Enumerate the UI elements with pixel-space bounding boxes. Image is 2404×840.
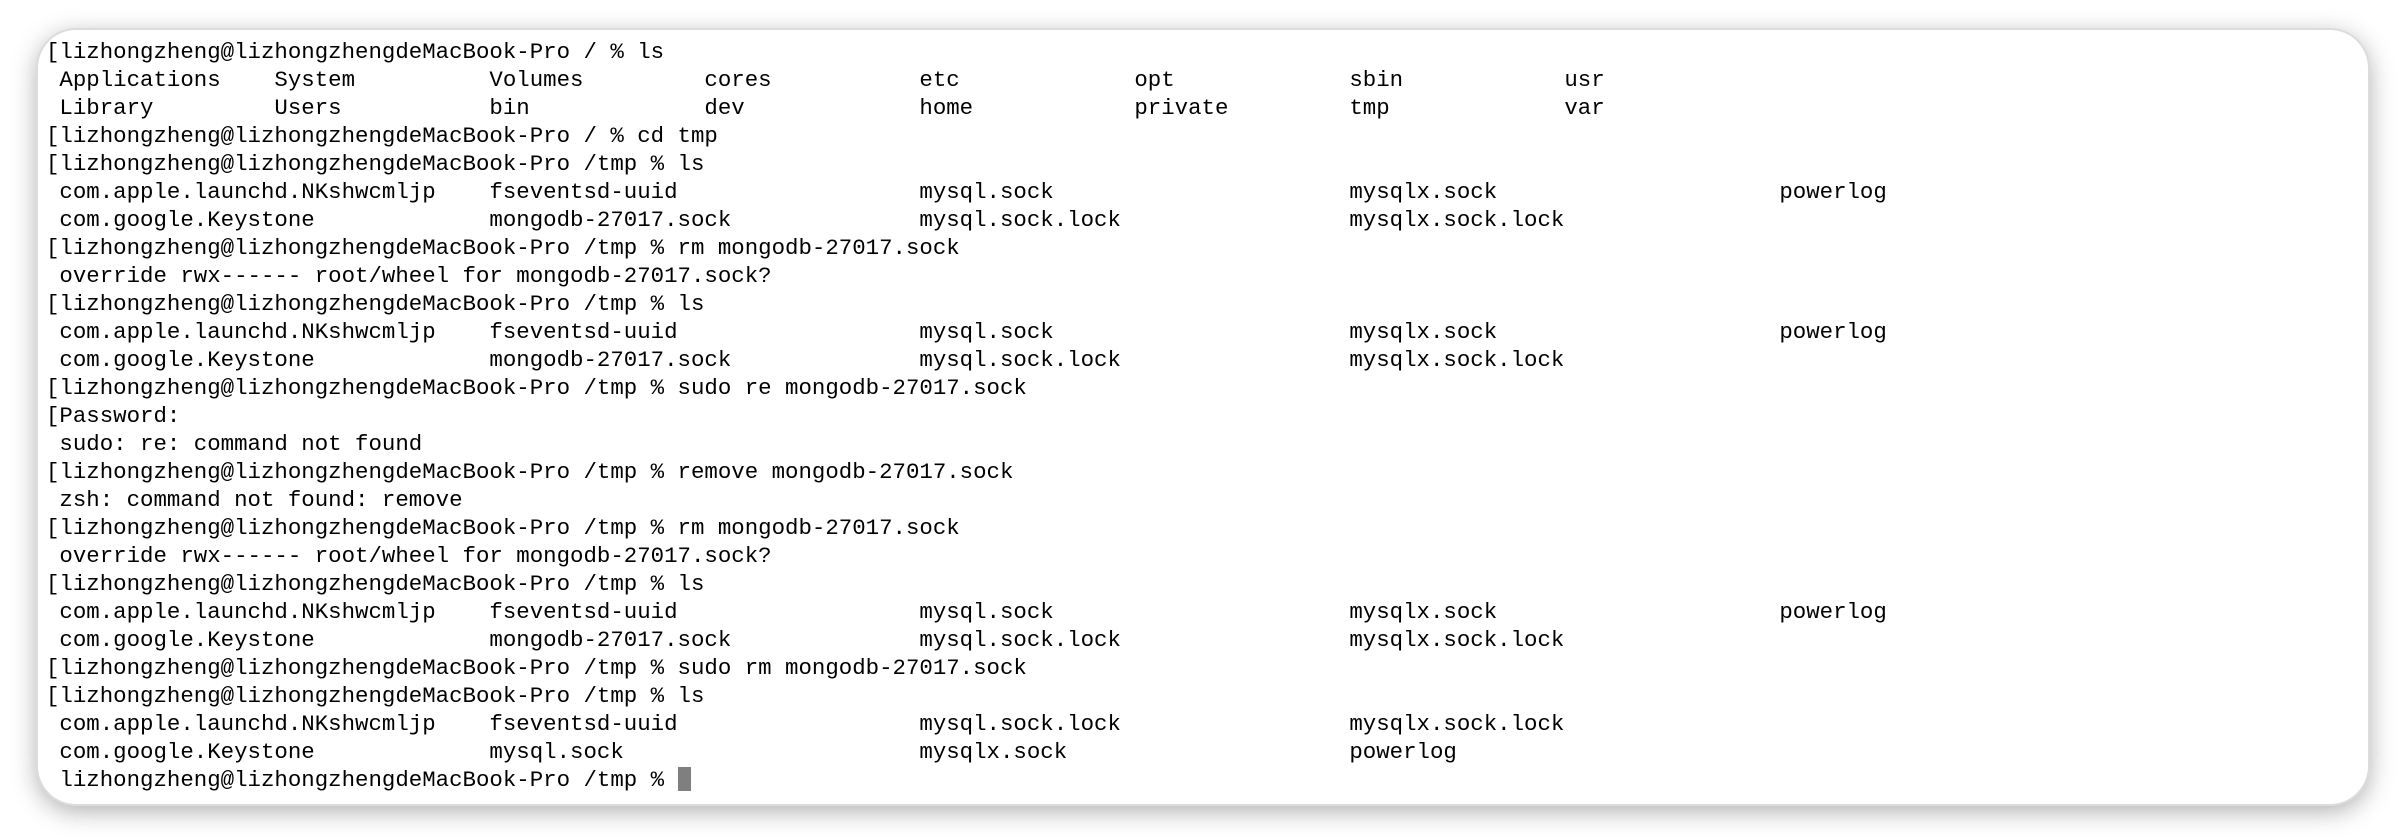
text-cursor (677, 767, 691, 791)
terminal-line: com.apple.launchd.NKshwcmljp fseventsd-u… (46, 179, 1887, 205)
terminal-line: com.google.Keystone mongodb-27017.sock m… (46, 627, 1565, 653)
terminal-line: [lizhongzheng@lizhongzhengdeMacBook-Pro … (46, 683, 705, 709)
terminal-line: [lizhongzheng@lizhongzhengdeMacBook-Pro … (46, 571, 705, 597)
terminal-output[interactable]: [lizhongzheng@lizhongzhengdeMacBook-Pro … (46, 38, 1887, 794)
terminal-line: com.google.Keystone mysql.sock mysqlx.so… (46, 739, 1457, 765)
terminal-line: [lizhongzheng@lizhongzhengdeMacBook-Pro … (46, 235, 960, 261)
shell-prompt: lizhongzheng@lizhongzhengdeMacBook-Pro /… (46, 767, 678, 793)
terminal-line: [Password: (46, 403, 181, 429)
terminal-line: com.apple.launchd.NKshwcmljp fseventsd-u… (46, 711, 1565, 737)
terminal-line: Applications System Volumes cores etc op… (46, 67, 1605, 93)
terminal-window[interactable]: [lizhongzheng@lizhongzhengdeMacBook-Pro … (38, 30, 2368, 804)
terminal-line: [lizhongzheng@lizhongzhengdeMacBook-Pro … (46, 39, 665, 65)
terminal-line: [lizhongzheng@lizhongzhengdeMacBook-Pro … (46, 123, 718, 149)
terminal-line: com.google.Keystone mongodb-27017.sock m… (46, 347, 1565, 373)
terminal-line: com.apple.launchd.NKshwcmljp fseventsd-u… (46, 599, 1887, 625)
terminal-line: [lizhongzheng@lizhongzhengdeMacBook-Pro … (46, 375, 1027, 401)
terminal-line: sudo: re: command not found (46, 431, 423, 457)
terminal-line: override rwx------ root/wheel for mongod… (46, 263, 772, 289)
terminal-line: [lizhongzheng@lizhongzhengdeMacBook-Pro … (46, 655, 1027, 681)
terminal-line: [lizhongzheng@lizhongzhengdeMacBook-Pro … (46, 151, 705, 177)
terminal-line: Library Users bin dev home private tmp v… (46, 95, 1605, 121)
terminal-line: [lizhongzheng@lizhongzhengdeMacBook-Pro … (46, 291, 705, 317)
terminal-line: [lizhongzheng@lizhongzhengdeMacBook-Pro … (46, 515, 960, 541)
terminal-line: zsh: command not found: remove (46, 487, 463, 513)
terminal-line: com.google.Keystone mongodb-27017.sock m… (46, 207, 1565, 233)
terminal-line: [lizhongzheng@lizhongzhengdeMacBook-Pro … (46, 459, 1014, 485)
terminal-line: override rwx------ root/wheel for mongod… (46, 543, 772, 569)
terminal-prompt-line[interactable]: lizhongzheng@lizhongzhengdeMacBook-Pro /… (46, 766, 1887, 794)
terminal-line: com.apple.launchd.NKshwcmljp fseventsd-u… (46, 319, 1887, 345)
